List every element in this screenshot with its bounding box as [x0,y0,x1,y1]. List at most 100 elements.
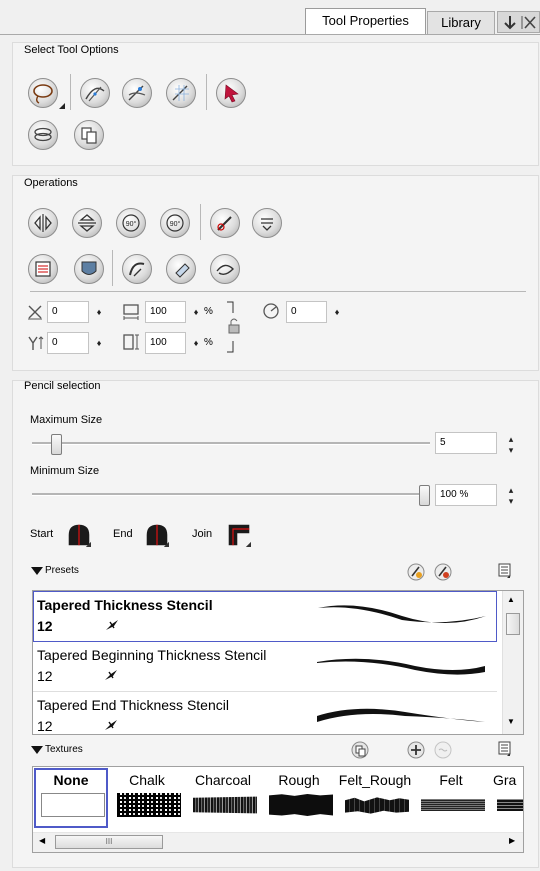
y-offset-input[interactable]: 0 [47,332,89,354]
min-size-spinner-up[interactable]: ▴ [506,486,516,495]
height-spinner[interactable]: ♦ [191,339,201,348]
close-icon[interactable] [521,15,537,30]
rotate-ccw-icon: 90° [166,214,184,232]
start-label: Start [30,528,54,540]
flip-vertical-button[interactable] [72,208,102,238]
presets-list[interactable]: Tapered Thickness Stencil 12 Tapered Beg… [32,590,524,735]
start-cap-round-icon[interactable] [67,523,91,547]
min-size-input[interactable]: 100 % [435,484,497,506]
snap-point-button[interactable] [122,78,152,108]
texture-none[interactable]: None [33,767,109,829]
preset-row[interactable]: Tapered Thickness Stencil 12 [33,591,497,642]
flatten-selection-button[interactable] [28,120,58,150]
tab-label: Library [441,15,481,30]
max-size-spinner-down[interactable]: ▾ [506,446,516,455]
max-size-slider[interactable] [32,432,430,456]
texture-swatch [193,796,257,814]
snap-point-icon [128,85,146,101]
texture-chalk[interactable]: Chalk [109,767,185,829]
remove-texture-icon[interactable] [433,740,453,760]
texture-felt[interactable]: Felt [413,767,489,829]
presets-scrollbar[interactable]: ▲ ▼ [502,591,523,734]
textures-strip[interactable]: None Chalk Charcoal Rough Felt_Rough Fel… [32,766,524,853]
height-input[interactable]: 100 [145,332,186,354]
presets-menu-icon[interactable] [496,562,514,580]
height-icon [123,334,139,350]
tab-label: Tool Properties [322,13,409,28]
distribute-icon [35,261,51,277]
max-size-spinner-up[interactable]: ▴ [506,435,516,444]
texture-swatch [117,793,181,817]
texture-grain[interactable]: Gra [489,767,523,829]
textures-scrollbar[interactable]: ◀ III ▶ [33,832,523,852]
join-miter-icon[interactable] [227,523,251,547]
merge-pencil-button[interactable] [166,254,196,284]
scroll-up-arrow[interactable]: ▲ [507,595,515,604]
rotate-90-cw-button[interactable]: 90° [116,208,146,238]
width-input[interactable]: 100 [145,301,186,323]
operations-title: Operations [24,177,78,189]
brush-convert-icon [216,264,234,276]
stroke-preview [318,605,486,623]
texture-name: None [53,772,89,788]
texture-rough[interactable]: Rough [261,767,337,829]
lock-ratio-icon[interactable] [226,301,240,353]
x-offset-spinner[interactable]: ♦ [94,308,104,317]
preset-row[interactable]: Tapered End Thickness Stencil 12 [33,692,497,734]
max-size-input[interactable]: 5 [435,432,497,454]
slider-thumb[interactable] [419,485,430,506]
collapse-triangle-icon[interactable] [31,567,43,576]
import-texture-icon[interactable] [350,740,370,760]
distribute-to-layers-button[interactable] [28,254,58,284]
create-drawing-from-selection-button[interactable] [74,120,104,150]
angle-spinner[interactable]: ♦ [332,308,342,317]
delete-preset-icon[interactable] [433,562,453,582]
scroll-left-arrow[interactable]: ◀ [39,836,45,845]
new-preset-icon[interactable] [406,562,426,582]
lasso-select-button[interactable] [28,78,58,108]
tab-tool-properties[interactable]: Tool Properties [305,8,426,34]
flip-horizontal-button[interactable] [28,208,58,238]
slider-thumb[interactable] [51,434,62,455]
texture-felt-rough[interactable]: Felt_Rough [337,767,413,829]
collapse-triangle-icon[interactable] [31,746,43,755]
end-label: End [113,528,133,540]
angle-input[interactable]: 0 [286,301,327,323]
pin-icon[interactable] [503,15,517,30]
end-cap-round-icon[interactable] [145,523,169,547]
scroll-right-arrow[interactable]: ▶ [509,836,515,845]
scroll-thumb[interactable]: III [55,835,163,849]
scroll-down-arrow[interactable]: ▼ [507,717,515,726]
smooth-button[interactable] [210,208,240,238]
tab-library[interactable]: Library [427,11,495,34]
y-offset-spinner[interactable]: ♦ [94,339,104,348]
adjust-thickness-button[interactable] [122,254,152,284]
snap-grid-button[interactable] [166,78,196,108]
flatten-button[interactable] [252,208,282,238]
svg-text:90°: 90° [170,220,181,228]
pencil-stencil-icon [105,720,117,730]
min-size-spinner-down[interactable]: ▾ [506,497,516,506]
rotate-90-ccw-button[interactable]: 90° [160,208,190,238]
presets-title: Presets [45,565,79,576]
convert-to-pencil-button[interactable] [74,254,104,284]
dropdown-corner-icon [59,103,65,109]
rotation-angle-icon [263,303,279,319]
select-by-color-button[interactable] [216,78,246,108]
stack-layers-icon [34,127,52,142]
add-texture-icon[interactable] [406,740,426,760]
separator [70,74,71,110]
texture-charcoal[interactable]: Charcoal [185,767,261,829]
svg-text:90°: 90° [126,220,137,228]
separator [206,74,207,110]
textures-menu-icon[interactable] [496,740,514,758]
snap-contour-button[interactable] [80,78,110,108]
preset-row[interactable]: Tapered Beginning Thickness Stencil 12 [33,642,497,692]
scroll-thumb[interactable] [506,613,520,635]
x-offset-input[interactable]: 0 [47,301,89,323]
min-size-slider[interactable] [32,483,430,507]
width-spinner[interactable]: ♦ [191,308,201,317]
shield-shape-icon [81,261,97,275]
width-icon [123,304,139,320]
convert-brush-button[interactable] [210,254,240,284]
